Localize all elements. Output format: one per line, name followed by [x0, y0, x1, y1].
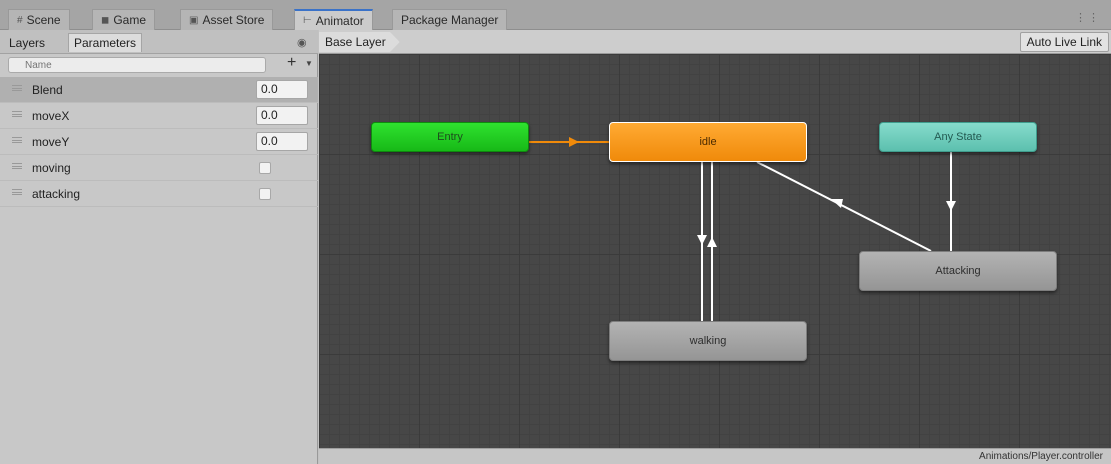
graph-toolbar: Base Layer Auto Live Link [319, 30, 1111, 54]
animator-left-panel: Layers Parameters ◉ ⚲ + ▼ Blend 0.0 move… [0, 30, 318, 464]
parameter-search-input[interactable] [8, 57, 266, 73]
drag-handle-icon[interactable] [12, 85, 22, 91]
tab-layers[interactable]: Layers [4, 33, 50, 52]
state-entry[interactable]: Entry [371, 122, 529, 152]
parameter-float-field[interactable]: 0.0 [256, 106, 308, 125]
parameter-search-row: ⚲ + ▼ [0, 54, 318, 76]
transition-arrow-icon [831, 199, 843, 208]
animator-icon: ⊢ [303, 15, 312, 26]
parameter-float-field[interactable]: 0.0 [256, 80, 308, 99]
tab-scene[interactable]: # Scene [8, 9, 70, 30]
parameter-row-attacking[interactable]: attacking [0, 181, 318, 207]
parameter-name: moveY [32, 135, 70, 149]
tab-animator[interactable]: ⊢ Animator [294, 9, 373, 30]
parameter-row-blend[interactable]: Blend 0.0 [0, 77, 318, 103]
drag-handle-icon[interactable] [12, 111, 22, 117]
parameter-bool-checkbox[interactable] [259, 162, 271, 174]
tab-package-manager-label: Package Manager [401, 13, 499, 27]
drag-handle-icon[interactable] [12, 137, 22, 143]
tab-options-icon[interactable]: ⋮⋮ [1075, 11, 1101, 24]
drag-handle-icon[interactable] [12, 189, 22, 195]
parameter-float-field[interactable]: 0.0 [256, 132, 308, 151]
tab-scene-label: Scene [26, 13, 61, 27]
parameter-row-moving[interactable]: moving [0, 155, 318, 181]
tab-parameters[interactable]: Parameters [68, 33, 143, 52]
transition-arrow-icon [946, 201, 956, 211]
breadcrumb-base-layer[interactable]: Base Layer [319, 32, 400, 52]
drag-handle-icon[interactable] [12, 163, 22, 169]
state-any-state[interactable]: Any State [879, 122, 1037, 152]
auto-live-link-button[interactable]: Auto Live Link [1019, 32, 1109, 52]
animator-graph-panel: Base Layer Auto Live Link Entry idle Any… [319, 30, 1111, 464]
window-tab-bar: # Scene ◼ Game ▣ Asset Store ⊢ Animator … [0, 0, 1111, 30]
tab-asset-store[interactable]: ▣ Asset Store [180, 9, 274, 30]
add-parameter-icon[interactable]: + [287, 54, 296, 72]
parameter-row-movey[interactable]: moveY 0.0 [0, 129, 318, 155]
tab-package-manager[interactable]: Package Manager [392, 9, 508, 30]
eye-icon[interactable]: ◉ [297, 36, 307, 49]
game-icon: ◼ [101, 14, 110, 26]
parameter-bool-checkbox[interactable] [259, 188, 271, 200]
parameter-name: attacking [32, 187, 81, 201]
tab-game[interactable]: ◼ Game [92, 9, 155, 30]
chevron-down-icon[interactable]: ▼ [305, 59, 313, 68]
transition-arrow-icon [697, 235, 707, 245]
parameter-row-movex[interactable]: moveX 0.0 [0, 103, 318, 129]
parameter-list: Blend 0.0 moveX 0.0 moveY 0.0 moving att… [0, 77, 318, 207]
state-idle[interactable]: idle [609, 122, 807, 162]
parameter-name: moveX [32, 109, 70, 123]
graph-status-bar: Animations/Player.controller [319, 448, 1111, 464]
tab-animator-label: Animator [315, 13, 364, 28]
scene-icon: # [17, 14, 23, 26]
tab-asset-store-label: Asset Store [202, 13, 265, 27]
state-walking[interactable]: walking [609, 321, 807, 361]
controller-path: Animations/Player.controller [979, 451, 1103, 462]
transition-arrow-icon [569, 137, 579, 147]
store-icon: ▣ [189, 14, 199, 26]
state-machine-canvas[interactable]: Entry idle Any State Attacking walking [319, 54, 1111, 448]
layers-parameters-tabs: Layers Parameters ◉ [0, 30, 318, 54]
parameter-name: moving [32, 161, 71, 175]
transition-attacking-idle[interactable] [756, 161, 932, 252]
tab-game-label: Game [113, 13, 146, 27]
parameter-name: Blend [32, 83, 63, 97]
transition-arrow-icon [707, 237, 717, 247]
state-attacking[interactable]: Attacking [859, 251, 1057, 291]
